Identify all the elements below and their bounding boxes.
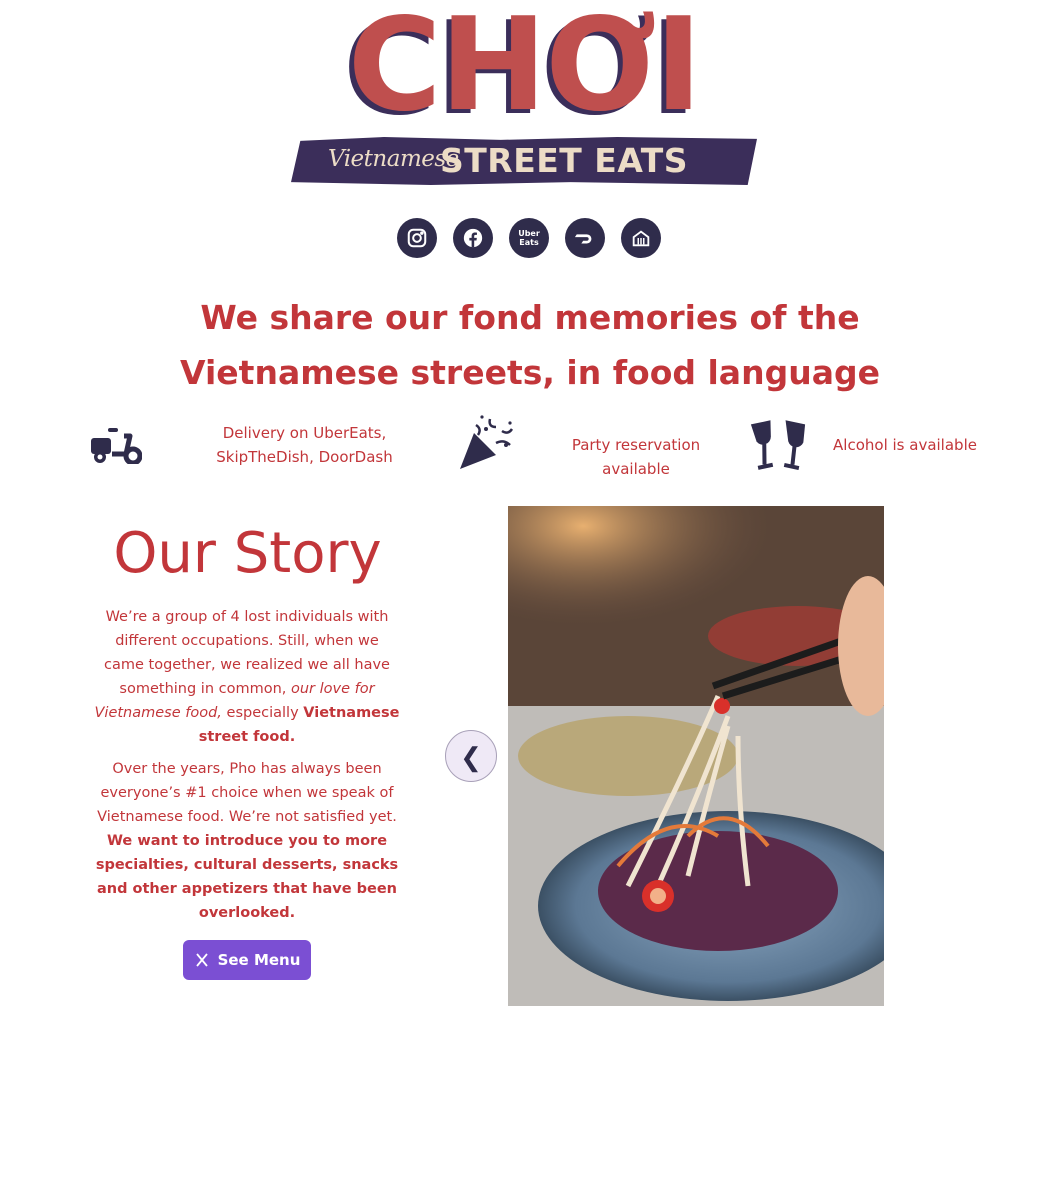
scooter-icon <box>90 424 143 466</box>
story-paragraph-2: Over the years, Pho has always been ever… <box>93 757 401 925</box>
logo-title: CHƠI <box>347 0 703 140</box>
carousel-food-photo <box>508 506 884 1006</box>
skipthedishes-icon <box>632 230 650 247</box>
ubereats-link[interactable]: Uber Eats <box>509 218 549 258</box>
story-paragraph-1: We’re a group of 4 lost individuals with… <box>93 605 401 749</box>
facebook-icon <box>463 228 483 248</box>
instagram-icon <box>407 228 427 248</box>
skipthedishes-link[interactable] <box>621 218 661 258</box>
carousel-prev-button[interactable]: ❮ <box>445 730 497 782</box>
alcohol-feature-text: Alcohol is available <box>833 436 977 454</box>
delivery-feature-text: Delivery on UberEats, SkipTheDish, DoorD… <box>216 424 393 466</box>
story-p2-bold: We want to introduce you to more special… <box>95 833 399 921</box>
see-menu-button[interactable]: See Menu <box>183 940 311 980</box>
see-menu-label: See Menu <box>217 951 301 969</box>
story-heading: Our Story <box>113 521 382 586</box>
instagram-link[interactable] <box>397 218 437 258</box>
party-popper-icon <box>456 415 514 473</box>
doordash-link[interactable] <box>565 218 605 258</box>
facebook-link[interactable] <box>453 218 493 258</box>
food-photo-illustration <box>508 506 884 1006</box>
wine-glasses-icon <box>746 418 810 471</box>
utensils-icon <box>195 953 208 967</box>
story-p1-text-2: especially <box>221 705 304 721</box>
tagline-heading: We share our fond memories of the Vietna… <box>180 298 880 392</box>
social-links: Uber Eats <box>397 218 661 258</box>
party-feature-text: Party reservation available <box>571 436 701 478</box>
doordash-icon <box>574 234 592 244</box>
ubereats-icon: Uber Eats <box>518 229 540 247</box>
brand-logo[interactable]: CHƠI Vietnamese STREET EATS <box>288 0 760 188</box>
logo-subtitle-main: STREET EATS <box>440 141 689 180</box>
story-p2-text: Over the years, Pho has always been ever… <box>97 761 397 825</box>
